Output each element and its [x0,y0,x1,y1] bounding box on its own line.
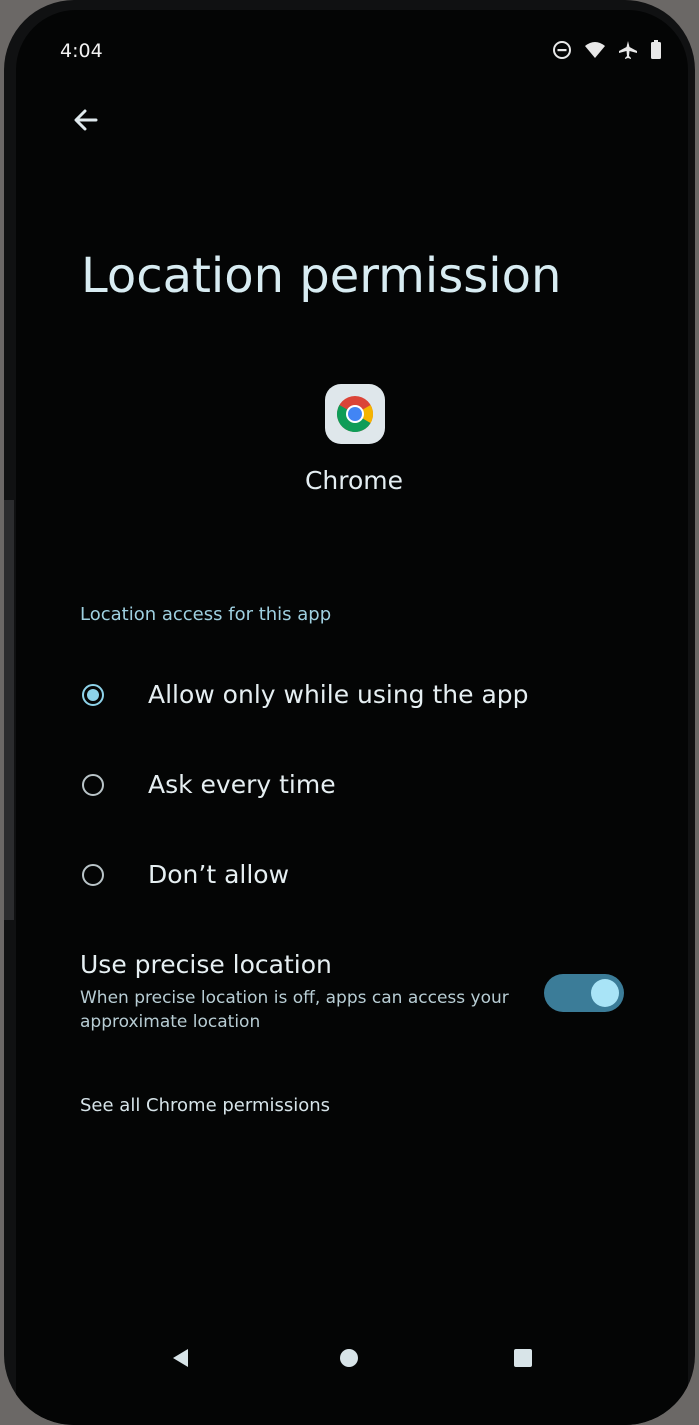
radio-label: Don’t allow [148,860,290,889]
see-all-permissions-link[interactable]: See all Chrome permissions [80,1095,330,1116]
radio-label: Ask every time [148,770,336,799]
recents-square-icon [512,1347,534,1373]
radio-ask-every-time[interactable]: Ask every time [82,770,336,799]
precise-location-description: When precise location is off, apps can a… [80,988,509,1032]
precise-location-toggle[interactable] [544,974,624,1012]
precise-location-setting[interactable]: Use precise location When precise locati… [80,950,630,1040]
battery-icon [650,40,662,60]
nav-home-button[interactable] [327,1338,371,1382]
chrome-icon [325,384,385,444]
phone-edge [4,500,14,920]
back-triangle-icon [170,1347,192,1373]
page-title: Location permission [81,248,562,304]
radio-dont-allow[interactable]: Don’t allow [82,860,289,889]
back-arrow-icon [72,106,100,138]
nav-back-button[interactable] [159,1338,203,1382]
nav-recents-button[interactable] [501,1338,545,1382]
screen: 4:04 Location permission Chrome Location… [16,10,688,1425]
radio-dot [87,688,99,701]
radio-label: Allow only while using the app [148,680,529,709]
airplane-icon [618,40,638,60]
radio-button[interactable] [82,863,104,886]
do-not-disturb-icon [552,40,572,60]
phone-frame: 4:04 Location permission Chrome Location… [4,0,695,1425]
wifi-icon [584,41,606,59]
status-icons [552,40,662,60]
home-circle-icon [338,1347,360,1373]
status-time: 4:04 [60,40,103,62]
radio-button-checked[interactable] [82,683,104,706]
precise-location-title: Use precise location [80,950,332,979]
app-name: Chrome [304,466,404,495]
radio-allow-while-using[interactable]: Allow only while using the app [82,680,529,709]
radio-button[interactable] [82,773,104,796]
back-button[interactable] [68,104,104,140]
section-label: Location access for this app [80,604,332,625]
toggle-knob [591,979,619,1007]
